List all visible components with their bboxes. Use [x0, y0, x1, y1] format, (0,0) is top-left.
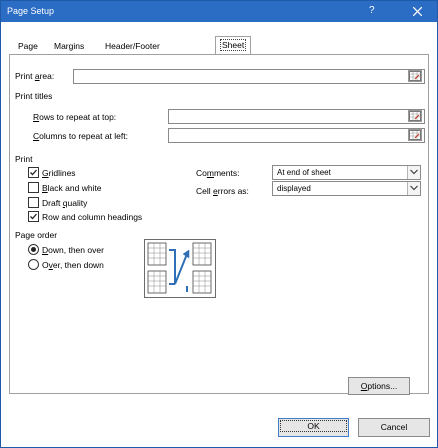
close-icon [413, 7, 422, 16]
page-setup-dialog: Page Setup ? Page Margins Header/Footer … [0, 0, 438, 448]
cell-errors-select[interactable]: displayed [272, 181, 421, 196]
print-area-label: Print area: [15, 71, 55, 81]
cell-errors-select-value: displayed [277, 184, 311, 193]
cell-errors-dropdown-button[interactable] [407, 182, 420, 195]
row-column-headings-checkbox[interactable] [28, 211, 39, 222]
black-and-white-label: Black and white [42, 183, 102, 193]
chevron-down-icon [410, 185, 418, 191]
options-button-label: Options... [360, 381, 398, 391]
close-button[interactable] [403, 3, 433, 20]
page-order-heading: Page order [15, 230, 58, 240]
columns-to-repeat-input[interactable] [168, 128, 425, 143]
collapse-dialog-icon [409, 130, 421, 140]
comments-dropdown-button[interactable] [407, 166, 420, 179]
draft-quality-checkbox[interactable] [28, 197, 39, 208]
tab-margins[interactable]: Margins [54, 39, 84, 55]
print-area-collapse-button[interactable] [408, 70, 422, 82]
checkmark-icon [30, 169, 37, 176]
print-titles-heading: Print titles [15, 91, 53, 101]
tab-page[interactable]: Page [18, 39, 38, 55]
options-button[interactable]: Options... [348, 377, 410, 395]
rows-collapse-button[interactable] [408, 110, 422, 122]
chevron-down-icon [410, 169, 418, 175]
page-order-preview [144, 239, 216, 298]
tab-sheet[interactable]: Sheet [215, 36, 252, 55]
cell-errors-label: Cell errors as: [196, 186, 249, 196]
comments-label: Comments: [196, 168, 240, 178]
rows-to-repeat-input[interactable] [168, 109, 425, 124]
help-button[interactable]: ? [369, 5, 375, 16]
ok-button[interactable]: OK [278, 418, 349, 437]
print-heading: Print [15, 154, 33, 164]
tab-sheet-label: Sheet [219, 39, 247, 51]
cancel-button-label: Cancel [380, 422, 408, 432]
collapse-dialog-icon [409, 71, 421, 81]
draft-quality-label: Draft quality [42, 198, 88, 208]
rows-to-repeat-label: Rows to repeat at top: [33, 112, 117, 122]
gridlines-checkbox[interactable] [28, 167, 39, 178]
over-then-down-label: Over, then down [42, 260, 104, 270]
title-bar: Page Setup ? [1, 1, 437, 22]
down-then-over-label: Down, then over [42, 245, 104, 255]
radio-selected-dot [31, 247, 36, 252]
sheet-panel [9, 54, 429, 394]
black-and-white-checkbox[interactable] [28, 182, 39, 193]
gridlines-label: Gridlines [42, 168, 76, 178]
down-then-over-radio[interactable] [28, 244, 39, 255]
checkmark-icon [30, 213, 37, 220]
collapse-dialog-icon [409, 111, 421, 121]
ok-button-label: OK [280, 420, 347, 432]
print-area-input[interactable] [73, 69, 425, 84]
columns-collapse-button[interactable] [408, 129, 422, 141]
cancel-button[interactable]: Cancel [358, 418, 430, 437]
window-title: Page Setup [7, 6, 55, 16]
columns-to-repeat-label: Columns to repeat at left: [33, 131, 128, 141]
comments-select[interactable]: At end of sheet [272, 165, 421, 180]
comments-select-value: At end of sheet [277, 168, 331, 177]
tab-header-footer[interactable]: Header/Footer [105, 39, 160, 55]
row-column-headings-label: Row and column headings [42, 212, 143, 222]
over-then-down-radio[interactable] [28, 259, 39, 270]
page-order-diagram-icon [147, 242, 212, 294]
